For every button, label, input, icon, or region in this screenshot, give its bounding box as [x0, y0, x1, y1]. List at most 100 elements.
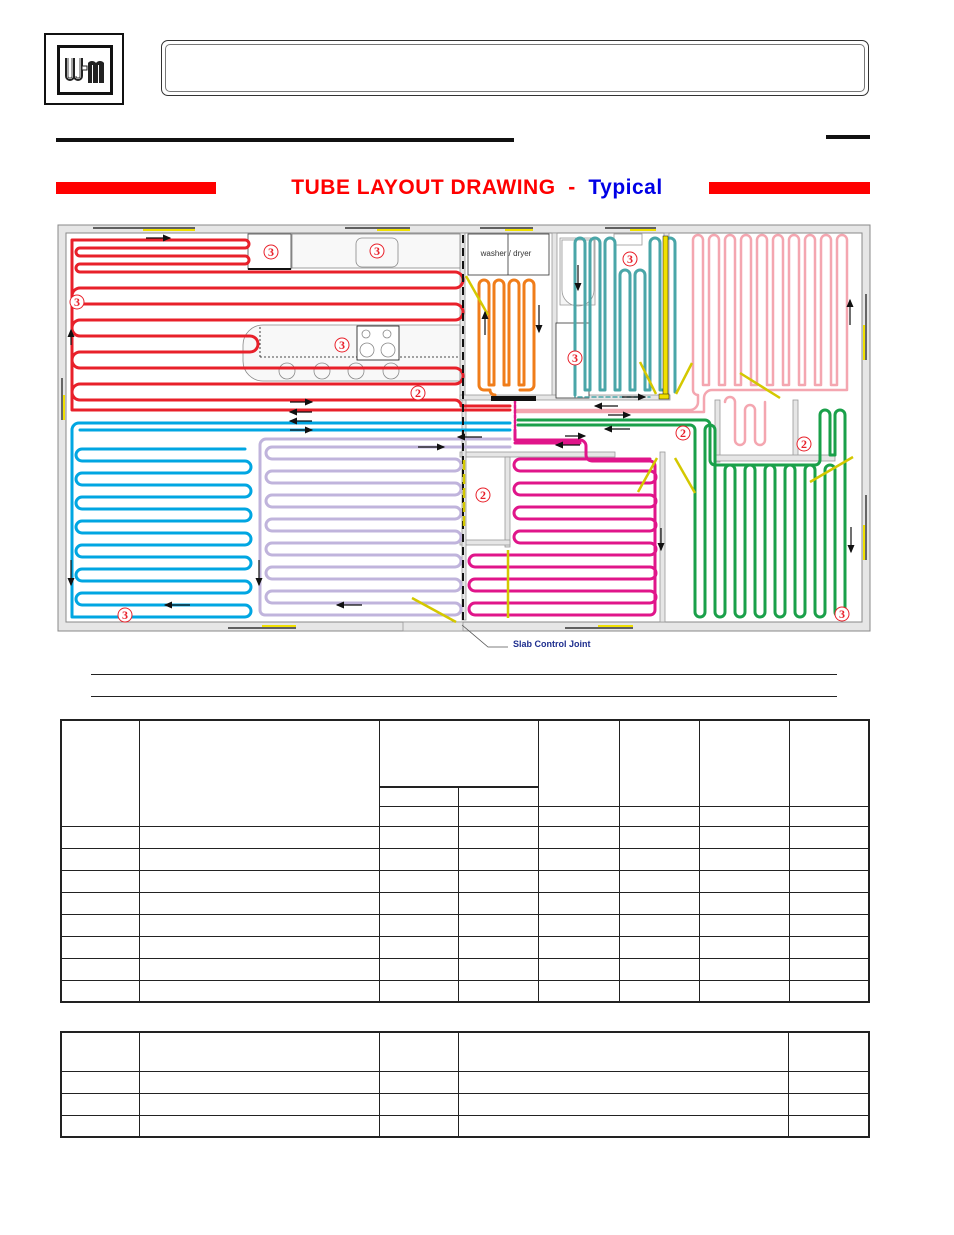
- table-cell: [458, 913, 540, 937]
- header-cell: [698, 805, 790, 827]
- table-cell: [698, 913, 790, 937]
- table-cell: [538, 847, 621, 871]
- table-cell: [788, 957, 870, 981]
- zone-marker: 3: [263, 244, 279, 260]
- laundry-label: washer / dryer: [480, 249, 532, 258]
- table-cell: [139, 825, 380, 849]
- logo-frame: [44, 33, 124, 105]
- zone-marker: 2: [475, 487, 491, 503]
- zone-marker: 2: [410, 385, 426, 401]
- table-cell: [788, 847, 870, 871]
- table-cell: [60, 935, 141, 959]
- table-cell: [458, 979, 540, 1003]
- table-row: [60, 891, 870, 915]
- table-row: [60, 979, 870, 1003]
- table-cell: [538, 913, 621, 937]
- table-cell: [619, 847, 700, 871]
- svg-text:2: 2: [801, 437, 807, 451]
- table-cell: [60, 913, 141, 937]
- table-cell: [139, 957, 380, 981]
- table-row: [60, 825, 870, 849]
- title-box: [161, 40, 869, 96]
- table-cell: [139, 913, 380, 937]
- table-header-row: [60, 719, 870, 827]
- zone-marker: 3: [117, 607, 133, 623]
- table-cell: [378, 847, 460, 871]
- table-cell: [788, 913, 870, 937]
- table-row: [60, 913, 870, 937]
- zone-marker: 2: [796, 436, 812, 452]
- table-cell: [787, 1092, 870, 1116]
- table-cell: [619, 979, 700, 1003]
- table-cell: [60, 891, 141, 915]
- table-row: [60, 1092, 870, 1116]
- table-cell: [378, 1092, 460, 1116]
- table-cell: [378, 869, 460, 893]
- table-cell: [139, 869, 380, 893]
- table-cell: [698, 979, 790, 1003]
- table-cell: [139, 1092, 380, 1116]
- table-cell: [139, 935, 380, 959]
- table-cell: [619, 957, 700, 981]
- table-cell: [619, 891, 700, 915]
- manifold-table: [60, 1031, 870, 1138]
- header-cell: [139, 719, 380, 827]
- svg-text:3: 3: [374, 244, 380, 258]
- zone-marker: 3: [834, 606, 850, 622]
- bedroom2-loop: [467, 428, 658, 617]
- header-cell: [787, 1031, 870, 1072]
- header-cell: [139, 1031, 380, 1072]
- svg-text:2: 2: [480, 488, 486, 502]
- table-cell: [538, 979, 621, 1003]
- header-cell: [60, 1031, 141, 1072]
- table-cell: [458, 1070, 789, 1094]
- table-cell: [139, 891, 380, 915]
- table-cell: [788, 825, 870, 849]
- header-cell: [698, 719, 790, 807]
- table-cell: [60, 957, 141, 981]
- table-cell: [60, 1114, 141, 1138]
- svg-text:3: 3: [572, 351, 578, 365]
- header-cell: [538, 719, 621, 807]
- table-cell: [60, 847, 141, 871]
- tube-loops: [70, 233, 849, 619]
- svg-text:3: 3: [339, 338, 345, 352]
- table-cell: [788, 979, 870, 1003]
- title-box-inner: [165, 44, 865, 92]
- table-cell: [378, 1114, 460, 1138]
- table-cell: [458, 825, 540, 849]
- table-cell: [538, 869, 621, 893]
- table-cell: [538, 957, 621, 981]
- table-cell: [458, 847, 540, 871]
- svg-text:3: 3: [627, 252, 633, 266]
- zone-marker: 3: [622, 251, 638, 267]
- header-cell: [538, 805, 621, 827]
- header-cell: [60, 719, 141, 827]
- table-cell: [60, 1092, 141, 1116]
- table-cell: [378, 825, 460, 849]
- table-cell: [139, 1070, 380, 1094]
- table-row: [60, 1114, 870, 1138]
- table-cell: [458, 869, 540, 893]
- zone-marker: 3: [69, 294, 85, 310]
- table-row: [60, 869, 870, 893]
- table-cell: [538, 891, 621, 915]
- table-row: [60, 935, 870, 959]
- table-cell: [60, 1070, 141, 1094]
- header-cell: [458, 1031, 789, 1072]
- table-cell: [787, 1114, 870, 1138]
- svg-text:3: 3: [74, 295, 80, 309]
- svg-text:2: 2: [415, 386, 421, 400]
- table-cell: [619, 869, 700, 893]
- header-cell: [788, 805, 870, 827]
- table-row: [60, 957, 870, 981]
- table-cell: [458, 935, 540, 959]
- page-title: TUBE LAYOUT DRAWING - Typical: [0, 176, 954, 200]
- table-cell: [698, 891, 790, 915]
- manifold: [491, 396, 536, 401]
- table-cell: [458, 1092, 789, 1116]
- table-cell: [698, 957, 790, 981]
- table-cell: [378, 979, 460, 1003]
- table-cell: [458, 1114, 789, 1138]
- table-cell: [698, 825, 790, 849]
